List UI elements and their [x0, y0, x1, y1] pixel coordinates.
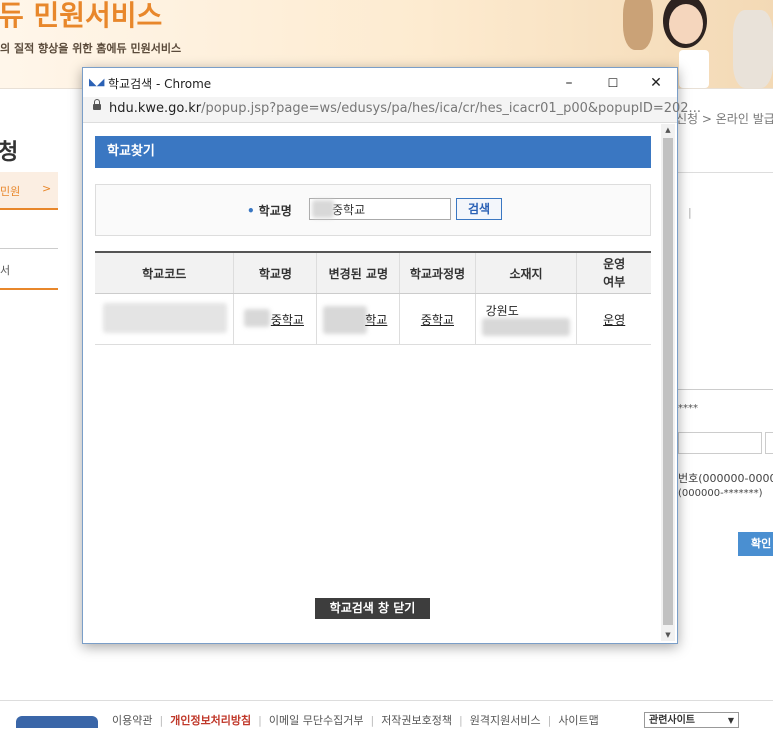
site-favicon-icon: ◣◢	[89, 77, 105, 88]
side-menu-active-label: 민원	[0, 185, 21, 198]
cell-status: 운영	[576, 293, 651, 345]
window-title: 학교검색 - Chrome	[108, 77, 212, 91]
cell-school-code	[95, 293, 234, 345]
lock-icon	[93, 99, 101, 110]
footer-link-remote[interactable]: 원격지원서비스	[470, 714, 541, 727]
search-area: 학교명 검색	[95, 184, 651, 236]
form-hint-2: (000000-*******)	[678, 488, 763, 499]
changed-name-link[interactable]: 학교	[365, 313, 387, 327]
cell-changed-name: 학교	[316, 293, 400, 345]
scroll-thumb[interactable]	[663, 138, 673, 625]
footer-link-copyright[interactable]: 저작권보호정책	[381, 714, 452, 727]
scroll-up-icon[interactable]: ▲	[661, 124, 675, 136]
col-location: 소재지	[474, 252, 577, 294]
location-text: 강원도	[485, 304, 519, 318]
url-host: hdu.kwe.go.kr	[109, 101, 202, 116]
status-link[interactable]: 운영	[603, 313, 625, 327]
vertical-scrollbar[interactable]: ▲ ▼	[661, 124, 675, 641]
popup-content: 학교찾기 학교명 검색 학교코드 학교명 변경된 교명 학교과정명 소재지 운영…	[85, 124, 661, 641]
table-header-row: 학교코드 학교명 변경된 교명 학교과정명 소재지 운영 여부	[95, 252, 651, 294]
col-school-name: 학교명	[233, 252, 317, 294]
form-hint-1: 번호(000000-00000	[678, 472, 773, 485]
footer-link-email[interactable]: 이메일 무단수집거부	[269, 714, 364, 727]
side-menu-item[interactable]: 서	[0, 262, 10, 278]
related-sites-label: 관련사이트	[649, 715, 695, 726]
close-window-button[interactable]: ✕	[636, 72, 676, 94]
redacted-location	[481, 318, 570, 336]
maximize-button[interactable]: ☐	[593, 72, 633, 94]
site-brand[interactable]: 듀 민원서비스	[0, 0, 162, 34]
chevron-right-icon: >	[42, 182, 52, 195]
side-menu-underline	[0, 288, 58, 290]
cell-school-name: 중학교	[233, 293, 317, 345]
form-divider	[676, 389, 773, 390]
col-status-label: 운영 여부	[603, 257, 626, 289]
redacted-code	[103, 303, 227, 333]
results-table: 학교코드 학교명 변경된 교명 학교과정명 소재지 운영 여부 중학교 학교 중…	[95, 251, 651, 345]
window-titlebar[interactable]: ◣◢ 학교검색 - Chrome – ☐ ✕	[83, 68, 677, 97]
cell-course: 중학교	[399, 293, 476, 345]
address-bar[interactable]: hdu.kwe.go.kr/popup.jsp?page=ws/edusys/p…	[83, 97, 701, 123]
panel-title: 학교찾기	[95, 136, 651, 168]
col-school-code: 학교코드	[95, 252, 234, 294]
scroll-down-icon[interactable]: ▼	[661, 629, 675, 641]
school-name-link[interactable]: 중학교	[271, 313, 304, 327]
side-menu-divider	[0, 248, 58, 249]
form-input-2[interactable]	[765, 432, 773, 454]
footer-logo	[16, 716, 98, 728]
school-name-label: 학교명	[247, 202, 292, 219]
course-link[interactable]: 중학교	[421, 313, 454, 327]
col-course: 학교과정명	[399, 252, 476, 294]
page-title: 청	[0, 140, 19, 165]
redacted-changed	[323, 306, 368, 334]
related-sites-select[interactable]: 관련사이트 ▼	[644, 712, 739, 728]
table-row[interactable]: 중학교 학교 중학교 강원도 운영	[95, 293, 651, 345]
footer-divider	[0, 700, 773, 701]
url-path: /popup.jsp?page=ws/edusys/pa/hes/ica/cr/…	[201, 101, 701, 116]
form-separator: |	[688, 206, 692, 219]
cell-location: 강원도	[474, 293, 577, 345]
search-button[interactable]: 검색	[456, 198, 502, 220]
close-popup-button[interactable]: 학교검색 창 닫기	[315, 598, 430, 619]
minimize-button[interactable]: –	[549, 72, 589, 94]
col-status: 운영 여부	[576, 252, 651, 294]
dropdown-arrow-icon: ▼	[727, 716, 734, 725]
address-url: hdu.kwe.go.kr/popup.jsp?page=ws/edusys/p…	[109, 101, 701, 116]
footer-link-terms[interactable]: 이용약관	[112, 714, 152, 727]
confirm-button[interactable]: 확인	[738, 532, 773, 556]
redacted-name	[244, 309, 271, 327]
masked-value: ****	[678, 403, 698, 414]
redacted-text	[312, 200, 334, 218]
popup-window: ◣◢ 학교검색 - Chrome – ☐ ✕ hdu.kwe.go.kr/pop…	[82, 67, 701, 644]
side-menu-active[interactable]: 민원 >	[0, 172, 58, 210]
col-changed-name: 변경된 교명	[316, 252, 400, 294]
site-tagline: 의 질적 향상을 위한 홈에듀 민원서비스	[0, 42, 182, 55]
form-input[interactable]	[678, 432, 762, 454]
footer-link-sitemap[interactable]: 사이트맵	[558, 714, 598, 727]
footer-links: 이용약관 | 개인정보처리방침 | 이메일 무단수집거부 | 저작권보호정책 | 원격지원서비스…	[112, 714, 599, 727]
footer-link-privacy[interactable]: 개인정보처리방침	[170, 714, 251, 727]
